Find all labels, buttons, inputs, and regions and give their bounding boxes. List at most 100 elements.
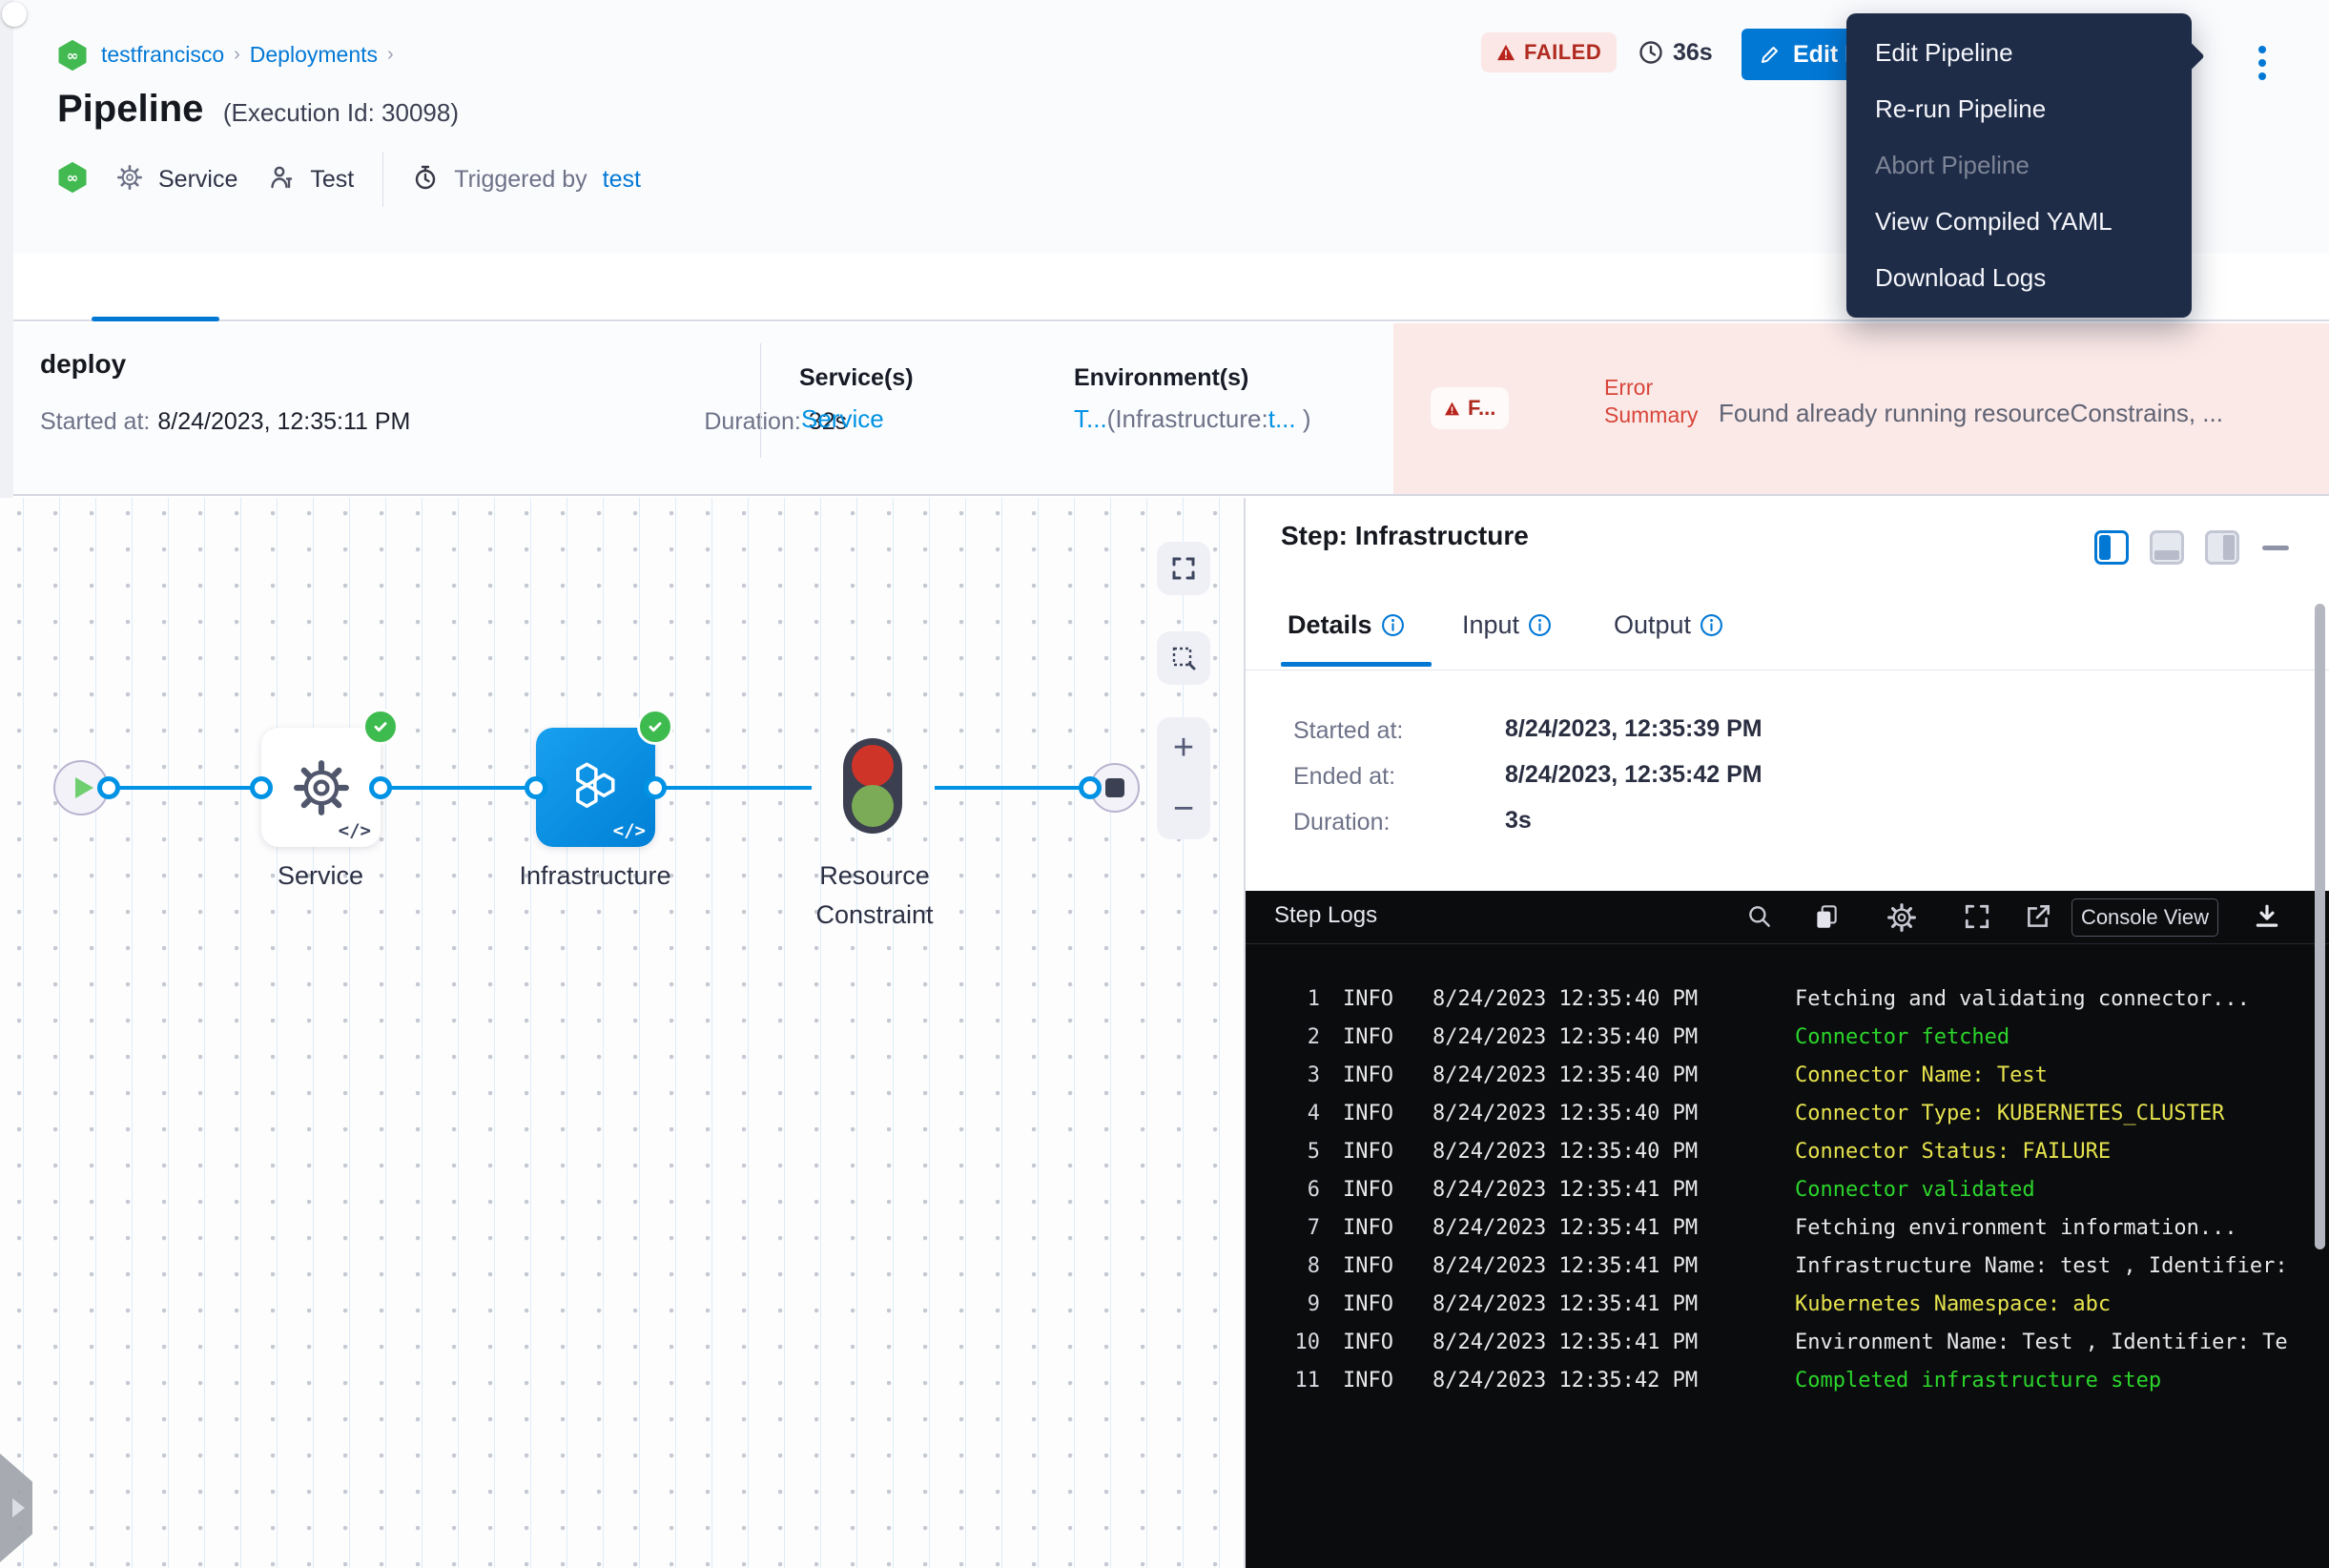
panel-scrollbar[interactable] [2315,604,2325,1249]
detail-duration-label: Duration: [1293,809,1390,836]
execution-id: (Execution Id: 30098) [223,98,459,127]
port [250,776,273,799]
environment-infra-close: ) [1296,404,1311,433]
started-at-label: Started at: [40,408,150,436]
download-icon[interactable] [2253,902,2283,933]
fullscreen-icon [1170,555,1197,582]
zoom-out-icon[interactable]: − [1173,794,1194,823]
detail-ended-value: 8/24/2023, 12:35:42 PM [1505,761,1762,789]
layout-right-panel-icon[interactable] [2094,530,2129,565]
menu-item-download-logs[interactable]: Download Logs [1846,250,2192,306]
more-options-kebab-icon[interactable] [2251,34,2274,92]
log-line: 8INFO8/24/2023 12:35:41 PMInfrastructure… [1246,1248,2329,1286]
elapsed-time: 36s [1638,34,1713,71]
copy-icon[interactable] [1812,902,1843,933]
detail-duration-value: 3s [1505,807,1532,835]
breadcrumb: testfrancisco › Deployments › [101,42,394,68]
environment-name: Test [310,166,354,194]
menu-item-rerun-pipeline[interactable]: Re-run Pipeline [1846,81,2192,137]
service-link[interactable]: Service [801,404,884,434]
pipeline-canvas[interactable] [0,498,1246,1568]
gear-icon [292,758,351,817]
environment-name-link[interactable]: T... [1074,404,1107,433]
node-infrastructure[interactable]: </> [536,728,655,847]
info-icon[interactable] [1381,613,1405,637]
menu-item-edit-pipeline[interactable]: Edit Pipeline [1846,25,2192,81]
console-view-button[interactable]: Console View [2071,898,2218,937]
tab-details-label: Details [1288,610,1372,640]
environment-infra-link[interactable]: t... [1268,404,1296,433]
search-icon[interactable] [1745,902,1776,933]
active-tab-underline [92,317,219,321]
status-badge: FAILED [1481,32,1617,72]
menu-item-abort-pipeline: Abort Pipeline [1846,137,2192,194]
chevron-right-icon: › [387,44,394,66]
breadcrumb-project-link[interactable]: testfrancisco [101,42,224,68]
log-line: 6INFO8/24/2023 12:35:41 PMConnector vali… [1246,1171,2329,1209]
port [525,776,547,799]
gear-icon [116,164,143,196]
menu-item-view-compiled-yaml[interactable]: View Compiled YAML [1846,194,2192,250]
tab-input[interactable]: Input [1462,610,1552,640]
canvas-fullscreen-button[interactable] [1157,542,1210,595]
play-icon [75,777,93,798]
detail-started-label: Started at: [1293,717,1403,745]
node-label-resource-constraint: Resource Constraint [760,856,989,935]
canvas-zoom-control[interactable]: + − [1157,717,1210,839]
status-text: FAILED [1524,40,1601,65]
tab-output[interactable]: Output [1614,610,1723,640]
elapsed-time-value: 36s [1673,39,1713,67]
port [369,776,392,799]
environment-icon [268,164,295,196]
chevron-right-icon: › [234,44,240,66]
log-line: 5INFO8/24/2023 12:35:40 PMConnector Stat… [1246,1133,2329,1171]
edge-line [655,786,812,790]
breadcrumb-deployments-link[interactable]: Deployments [250,42,378,68]
info-icon[interactable] [1700,613,1723,637]
node-service[interactable]: </> [261,728,381,847]
divider [1246,670,2329,671]
divider [382,152,383,207]
port [1079,776,1102,799]
stage-timing: Started at: 8/24/2023, 12:35:11 PM Durat… [40,408,847,436]
pencil-icon [1759,43,1782,66]
code-glyph: </> [339,820,371,841]
zoom-in-icon[interactable]: + [1173,733,1194,762]
step-panel-title: Step: Infrastructure [1281,521,1529,551]
port [644,776,667,799]
divider [760,343,761,458]
tab-details[interactable]: Details [1288,610,1405,640]
error-summary-message: Found already running resourceConstrains… [1719,399,2300,428]
svg-text:∞: ∞ [67,169,79,186]
stop-icon [1105,778,1124,797]
info-icon[interactable] [1528,613,1552,637]
port [97,776,120,799]
console-view-label: Console View [2081,905,2209,930]
tab-output-label: Output [1614,610,1691,640]
edge-line [381,786,536,790]
edge-line [109,786,261,790]
layout-minimized-panel-icon[interactable] [2205,530,2239,565]
fullscreen-icon[interactable] [1963,902,1993,933]
node-resource-constraint[interactable] [843,738,902,834]
services-label: Service(s) [799,364,914,392]
external-link-icon[interactable] [2024,902,2054,933]
hexagons-icon [565,756,628,819]
layout-bottom-panel-icon[interactable] [2150,530,2184,565]
pipeline-options-menu: Edit Pipeline Re-run Pipeline Abort Pipe… [1846,13,2192,318]
log-line: 10INFO8/24/2023 12:35:41 PMEnvironment N… [1246,1324,2329,1362]
edge-line [935,786,1092,790]
minimize-panel-icon[interactable] [2262,546,2289,550]
service-name: Service [158,166,237,194]
triggered-by-label: Triggered by [454,166,587,194]
environment-value[interactable]: T...(Infrastructure:t... ) [1074,404,1311,434]
duration-label: Duration: [704,408,800,436]
log-line: 7INFO8/24/2023 12:35:41 PMFetching envir… [1246,1209,2329,1248]
gear-icon[interactable] [1886,902,1917,933]
triggered-by-user-link[interactable]: test [603,166,641,194]
canvas-marquee-select-button[interactable] [1157,631,1210,685]
log-line: 4INFO8/24/2023 12:35:40 PMConnector Type… [1246,1095,2329,1133]
marquee-select-icon [1170,645,1197,671]
title-row: Pipeline (Execution Id: 30098) [57,88,459,131]
log-line: 1INFO8/24/2023 12:35:40 PMFetching and v… [1246,980,2329,1019]
